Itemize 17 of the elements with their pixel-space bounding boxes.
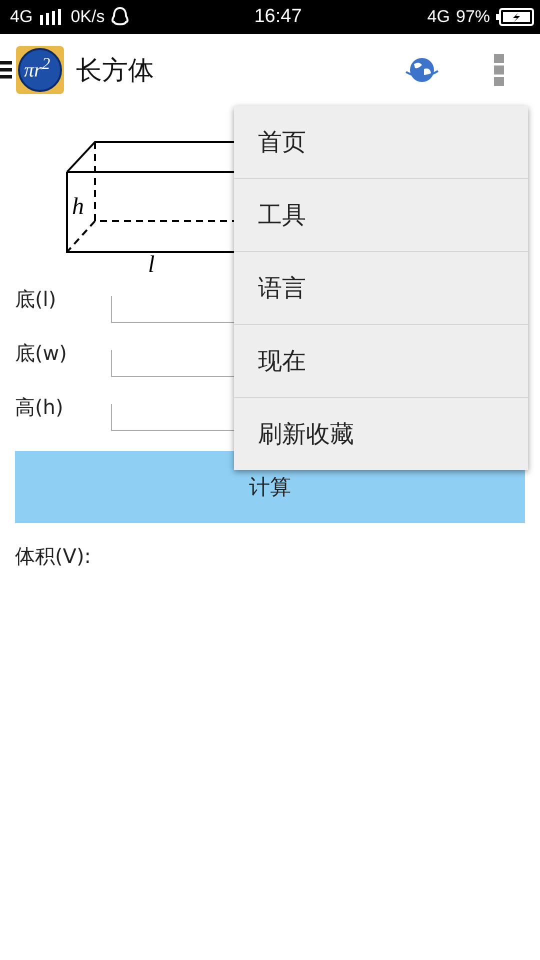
field-label: 高(h) xyxy=(15,394,64,421)
logo-text: πr$^{2}$ xyxy=(24,56,50,81)
menu-item[interactable]: 工具 xyxy=(234,179,528,252)
menu-item[interactable]: 现在 xyxy=(234,325,528,398)
length-label: l xyxy=(148,252,155,274)
network-label: 4G xyxy=(10,7,33,27)
field-label: 底(w) xyxy=(15,340,68,367)
clock-label: 16:47 xyxy=(254,6,302,28)
menu-item[interactable]: 首页 xyxy=(234,106,528,179)
speed-label: 0K/s xyxy=(70,7,105,27)
app-title: 长方体 xyxy=(76,54,154,88)
network-label: 4G xyxy=(427,7,450,27)
battery-label: 97% xyxy=(456,7,490,27)
height-label: h xyxy=(72,194,84,220)
menu-item[interactable]: 语言 xyxy=(234,252,528,325)
result-label: 体积(V): xyxy=(15,543,92,570)
field-label: 底(l) xyxy=(15,286,58,313)
